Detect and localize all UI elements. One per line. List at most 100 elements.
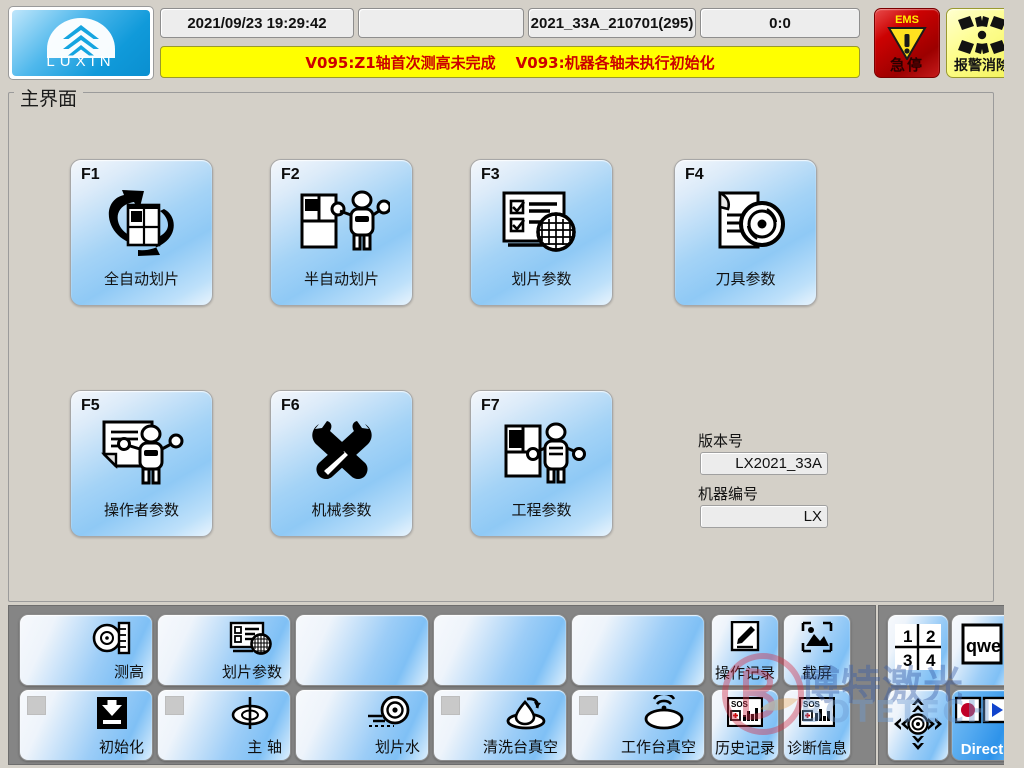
semi-auto-dicing-icon bbox=[271, 186, 412, 260]
starburst-icon bbox=[954, 14, 1010, 60]
operator-parameters-icon bbox=[71, 417, 212, 491]
toolbar-button-clean-table-vacuum[interactable]: 清洗台真空 bbox=[433, 689, 567, 761]
toolbar-button-spindle[interactable]: 主 轴 bbox=[157, 689, 291, 761]
cycle-timer-field: 0:0 bbox=[700, 8, 860, 38]
machine-id-value: LX bbox=[700, 505, 828, 528]
alarm-message-bar: V095:Z1轴首次测高未完成 V093:机器各轴未执行初始化 bbox=[160, 46, 860, 78]
top-status-bar: LUXIN 2021/09/23 19:29:42 2021_33A_21070… bbox=[0, 0, 1024, 84]
function-button-f2[interactable]: F2 半自动划片 bbox=[270, 159, 413, 306]
bottom-right-panel: 1 2 3 4 qwe Direct bbox=[878, 605, 1018, 765]
spindle-icon bbox=[220, 694, 280, 732]
hmi-main-screen: LUXIN 2021/09/23 19:29:42 2021_33A_21070… bbox=[0, 0, 1024, 768]
dicing-parameters-icon bbox=[220, 619, 280, 657]
status-field-blank bbox=[358, 8, 524, 38]
function-button-label: 工程参数 bbox=[511, 501, 572, 519]
function-button-f5[interactable]: F5 操作者参数 bbox=[70, 390, 213, 537]
datetime-field: 2021/09/23 19:29:42 bbox=[160, 8, 354, 38]
blade-parameters-icon bbox=[675, 186, 816, 260]
clean-table-vacuum-icon bbox=[496, 694, 556, 732]
sos-history-chart-icon: SOS bbox=[712, 694, 778, 730]
function-key-label: F7 bbox=[481, 397, 500, 414]
auto-dicing-icon bbox=[71, 186, 212, 260]
alarm-message-1: V095:Z1轴首次测高未完成 bbox=[305, 53, 496, 72]
toolbar-button-label: 操作记录 bbox=[714, 664, 775, 682]
function-key-label: F6 bbox=[281, 397, 300, 414]
machine-id-label: 机器编号 bbox=[698, 485, 759, 503]
function-button-label: 半自动划片 bbox=[303, 270, 379, 288]
toolbar-button-label: 工作台真空 bbox=[620, 738, 696, 756]
quadrant-1234-icon: 1 2 3 4 bbox=[888, 621, 948, 673]
toolbar-button-label: 测高 bbox=[113, 663, 144, 681]
jog-joystick-button[interactable] bbox=[887, 689, 949, 761]
dicing-parameters-icon bbox=[471, 186, 612, 260]
toolbar-button-label: 划片水 bbox=[374, 738, 420, 756]
bottom-toolbar: 测高 划片参数 初始化 主 轴 划片水 清洗台真空 工作台真空 操作记录 截屏 … bbox=[8, 605, 876, 765]
function-button-f3[interactable]: F3 划片参数 bbox=[470, 159, 613, 306]
sos-diagnostic-chart-icon: SOS bbox=[784, 694, 850, 730]
toolbar-button-label: 截屏 bbox=[801, 664, 832, 682]
toolbar-button-history-log[interactable]: SOS 历史记录 bbox=[711, 689, 779, 761]
function-button-f1[interactable]: F1 全自动划片 bbox=[70, 159, 213, 306]
toolbar-button-label: 历史记录 bbox=[714, 739, 775, 757]
toolbar-button-label: 诊断信息 bbox=[786, 739, 847, 757]
function-key-label: F1 bbox=[81, 166, 100, 183]
svg-text:1: 1 bbox=[903, 627, 912, 646]
wrench-screwdriver-icon bbox=[271, 417, 412, 491]
status-led bbox=[579, 696, 598, 715]
function-button-label: 操作者参数 bbox=[103, 501, 179, 519]
toolbar-button-diagnostic-info[interactable]: SOS 诊断信息 bbox=[783, 689, 851, 761]
record-play-icon bbox=[952, 696, 1012, 724]
function-button-label: 机械参数 bbox=[311, 501, 372, 519]
work-table-vacuum-icon bbox=[634, 694, 694, 732]
quadrant-select-button[interactable]: 1 2 3 4 bbox=[887, 614, 949, 686]
svg-text:4: 4 bbox=[926, 651, 936, 670]
dicing-water-icon bbox=[358, 694, 418, 732]
version-label: 版本号 bbox=[698, 432, 744, 450]
status-led bbox=[441, 696, 460, 715]
function-button-f6[interactable]: F6 机械参数 bbox=[270, 390, 413, 537]
toolbar-button-work-table-vacuum[interactable]: 工作台真空 bbox=[571, 689, 705, 761]
svg-text:3: 3 bbox=[903, 651, 912, 670]
status-led bbox=[27, 696, 46, 715]
ems-chinese-label: 急停 bbox=[889, 56, 924, 74]
function-button-f7[interactable]: F7 工程参数 bbox=[470, 390, 613, 537]
right-panel-button-label: Direct bbox=[960, 741, 1004, 758]
right-edge-strip bbox=[1004, 0, 1024, 768]
screenshot-image-icon bbox=[784, 619, 850, 655]
toolbar-button-height-measure[interactable]: 测高 bbox=[19, 614, 153, 686]
toolbar-button-empty-1[interactable] bbox=[295, 614, 429, 686]
svg-text:SOS: SOS bbox=[731, 700, 749, 709]
function-button-label: 划片参数 bbox=[511, 270, 572, 288]
version-value: LX2021_33A bbox=[700, 452, 828, 475]
status-led bbox=[165, 696, 184, 715]
toolbar-button-dicing-water[interactable]: 划片水 bbox=[295, 689, 429, 761]
toolbar-button-operation-log[interactable]: 操作记录 bbox=[711, 614, 779, 686]
recipe-name-field: 2021_33A_210701(295) bbox=[528, 8, 696, 38]
toolbar-button-label: 初始化 bbox=[98, 738, 144, 756]
pencil-note-icon bbox=[712, 619, 778, 655]
toolbar-button-label: 划片参数 bbox=[221, 663, 282, 681]
function-button-label: 全自动划片 bbox=[103, 270, 179, 288]
function-key-label: F5 bbox=[81, 397, 100, 414]
function-button-label: 刀具参数 bbox=[715, 270, 776, 288]
svg-text:2: 2 bbox=[926, 627, 935, 646]
logo-wordmark: LUXIN bbox=[46, 53, 116, 70]
function-key-label: F2 bbox=[281, 166, 300, 183]
function-key-label: F4 bbox=[685, 166, 704, 183]
svg-text:SOS: SOS bbox=[803, 700, 821, 709]
toolbar-button-label: 主 轴 bbox=[247, 738, 282, 756]
emergency-stop-button[interactable]: EMS 急停 bbox=[874, 8, 940, 78]
initialize-down-arrow-icon bbox=[82, 694, 142, 732]
qwe-keyboard-icon: qwe bbox=[952, 621, 1012, 669]
svg-text:qwe: qwe bbox=[966, 636, 1001, 656]
page-title: 主界面 bbox=[14, 84, 84, 111]
toolbar-button-empty-2[interactable] bbox=[433, 614, 567, 686]
toolbar-button-screenshot[interactable]: 截屏 bbox=[783, 614, 851, 686]
function-button-f4[interactable]: F4 刀具参数 bbox=[674, 159, 817, 306]
alarm-message-2: V093:机器各轴未执行初始化 bbox=[515, 53, 715, 72]
toolbar-button-dicing-parameters[interactable]: 划片参数 bbox=[157, 614, 291, 686]
logo-gradient-panel: LUXIN bbox=[12, 10, 150, 76]
joystick-arrows-icon bbox=[888, 696, 948, 752]
toolbar-button-empty-3[interactable] bbox=[571, 614, 705, 686]
toolbar-button-initialize[interactable]: 初始化 bbox=[19, 689, 153, 761]
